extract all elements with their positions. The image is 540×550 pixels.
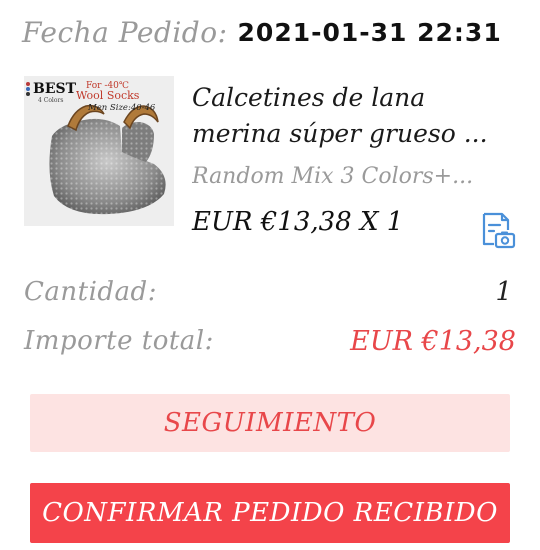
quantity-label: Cantidad: bbox=[24, 277, 157, 307]
badge-best: BEST bbox=[33, 81, 77, 97]
product-variant: Random Mix 3 Colors+... bbox=[192, 164, 474, 189]
total-row: Importe total: EUR €13,38 bbox=[24, 321, 516, 361]
confirm-received-button[interactable]: CONFIRMAR PEDIDO RECIBIDO bbox=[30, 483, 510, 543]
tracking-button[interactable]: SEGUIMIENTO bbox=[30, 394, 510, 452]
product-title[interactable]: Calcetines de lana merina súper grueso .… bbox=[192, 80, 522, 152]
product-image[interactable]: BEST 4 Colors For -40℃ Wool Socks Men Si… bbox=[24, 76, 174, 226]
order-date-label: Fecha Pedido: bbox=[22, 15, 228, 49]
order-date-row: Fecha Pedido: 2021-01-31 22:31 bbox=[22, 12, 502, 52]
badge-colors: 4 Colors bbox=[38, 97, 63, 104]
total-value: EUR €13,38 bbox=[350, 325, 516, 357]
product-title-line1: Calcetines de lana bbox=[192, 83, 426, 112]
total-label: Importe total: bbox=[24, 326, 214, 356]
quantity-row: Cantidad: 1 bbox=[24, 272, 516, 312]
wool-socks-image: BEST 4 Colors For -40℃ Wool Socks Men Si… bbox=[24, 76, 174, 226]
order-date-value: 2021-01-31 22:31 bbox=[237, 17, 502, 47]
product-price-quantity: EUR €13,38 X 1 bbox=[192, 207, 404, 237]
product-title-line2: merina súper grueso ... bbox=[192, 119, 488, 148]
quantity-value: 1 bbox=[495, 277, 512, 307]
badge-name: Wool Socks bbox=[76, 89, 140, 102]
badge-size: Men Size:40-46 bbox=[87, 103, 156, 113]
document-camera-icon[interactable] bbox=[478, 210, 518, 250]
